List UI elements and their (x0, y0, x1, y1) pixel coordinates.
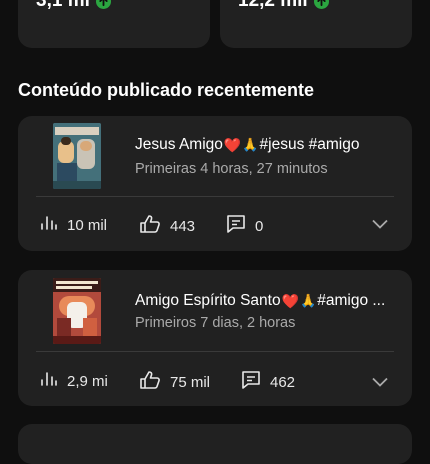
comments-metric[interactable]: 0 (226, 214, 263, 238)
video-title-text: Jesus Amigo (135, 136, 223, 153)
video-thumbnail[interactable] (53, 278, 101, 344)
comments-count: 0 (255, 217, 264, 235)
comments-count: 462 (270, 373, 296, 391)
thumbs-up-icon (139, 370, 161, 394)
video-card-partial[interactable] (18, 424, 412, 464)
video-subtitle: Primeiras 4 horas, 27 minutos (135, 161, 328, 177)
bar-chart-icon (40, 370, 58, 392)
stat-right-text: 12,2 mil (238, 0, 308, 11)
chevron-down-icon[interactable] (372, 216, 388, 234)
video-subtitle: Primeiros 7 dias, 2 horas (135, 315, 296, 331)
video-title-text: Amigo Espírito Santo (135, 292, 281, 309)
stat-value-right: 12,2 mil (238, 0, 329, 12)
video-thumbnail[interactable] (53, 123, 101, 189)
video-title[interactable]: Amigo Espírito Santo ❤️ 🙏 #amigo ... (135, 292, 385, 310)
video-title-tags: #jesus #amigo (259, 136, 360, 153)
chevron-down-icon[interactable] (372, 374, 388, 392)
stat-card-left[interactable]: 3,1 mi (18, 0, 210, 48)
likes-metric[interactable]: 443 (139, 214, 195, 238)
comment-icon (226, 214, 246, 238)
video-card[interactable]: Jesus Amigo ❤️ 🙏 #jesus #amigo Primeiras… (18, 116, 412, 251)
thumbs-up-icon (139, 214, 161, 238)
divider (36, 196, 394, 197)
stat-value-left: 3,1 mi (36, 0, 111, 12)
video-title-tags: #amigo ... (317, 292, 386, 309)
views-count: 10 mil (67, 216, 108, 234)
pray-emoji: 🙏 (300, 293, 317, 308)
comments-metric[interactable]: 462 (241, 370, 295, 394)
heart-emoji: ❤️ (223, 136, 242, 153)
divider (36, 351, 394, 352)
likes-metric[interactable]: 75 mil (139, 370, 210, 394)
views-count: 2,9 mi (67, 372, 108, 390)
stat-left-text: 3,1 mi (36, 0, 90, 11)
bar-chart-icon (40, 214, 58, 236)
video-card[interactable]: Amigo Espírito Santo ❤️ 🙏 #amigo ... Pri… (18, 270, 412, 406)
comment-icon (241, 370, 261, 394)
heart-emoji: ❤️ (281, 292, 300, 309)
likes-count: 75 mil (170, 373, 211, 391)
arrow-up-circle-icon (95, 0, 111, 9)
section-title: Conteúdo publicado recentemente (18, 80, 315, 100)
video-title[interactable]: Jesus Amigo ❤️ 🙏 #jesus #amigo (135, 136, 359, 154)
views-metric[interactable]: 10 mil (40, 214, 107, 236)
likes-count: 443 (170, 217, 196, 235)
arrow-up-circle-icon (313, 0, 329, 9)
views-metric[interactable]: 2,9 mi (40, 370, 108, 392)
pray-emoji: 🙏 (242, 137, 259, 152)
stat-card-right[interactable]: 12,2 mil (220, 0, 412, 48)
